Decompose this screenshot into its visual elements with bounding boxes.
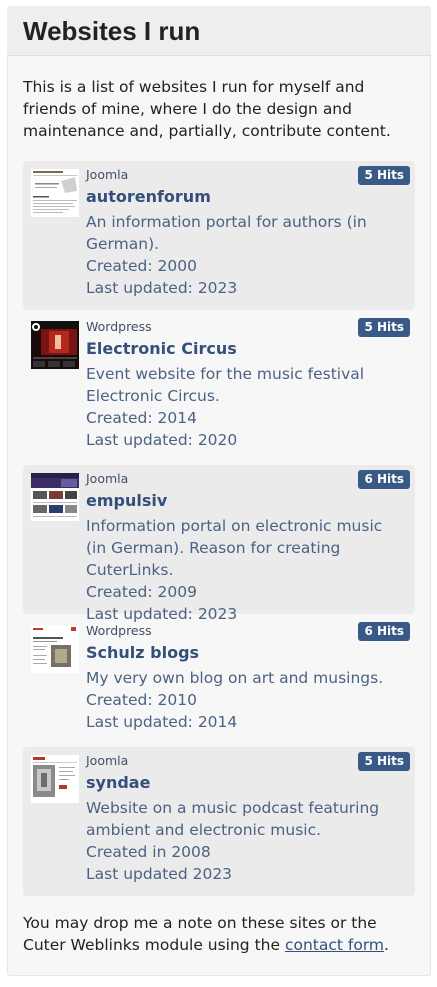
thumbnail-image[interactable] bbox=[31, 473, 79, 521]
updated-text: Last updated: 2014 bbox=[86, 713, 238, 731]
footer-text-after: . bbox=[384, 936, 389, 954]
link-title[interactable]: Schulz blogs bbox=[86, 642, 199, 664]
created-text: Created: 2014 bbox=[86, 409, 197, 427]
link-description: My very own blog on art and musings. Cre… bbox=[86, 667, 404, 733]
description-text: Website on a music podcast featuring amb… bbox=[86, 799, 380, 839]
hits-badge: 6 Hits bbox=[358, 622, 410, 641]
link-category: Wordpress bbox=[86, 319, 152, 334]
link-description: Information portal on electronic music (… bbox=[86, 515, 404, 625]
module-header: Websites I run bbox=[7, 6, 431, 56]
created-text: Created in 2008 bbox=[86, 843, 211, 861]
thumbnail-image[interactable] bbox=[31, 755, 79, 803]
link-category: Wordpress bbox=[86, 623, 152, 638]
thumbnail-image[interactable] bbox=[31, 625, 79, 673]
link-title[interactable]: empulsiv bbox=[86, 490, 167, 512]
link-category: Joomla bbox=[86, 167, 129, 182]
link-item-syndae: Joomla 5 Hits syndae Website on a music … bbox=[23, 747, 415, 896]
thumbnail-image[interactable] bbox=[31, 321, 79, 369]
thumbnail-image[interactable] bbox=[31, 169, 79, 217]
updated-text: Last updated 2023 bbox=[86, 865, 233, 883]
link-description: Event website for the music festival Ele… bbox=[86, 363, 404, 451]
created-text: Created: 2010 bbox=[86, 691, 197, 709]
description-text: Event website for the music festival Ele… bbox=[86, 365, 365, 405]
hits-badge: 5 Hits bbox=[358, 318, 410, 337]
link-item-autorenforum: Joomla 5 Hits autorenforum An informatio… bbox=[23, 161, 415, 310]
link-title[interactable]: Electronic Circus bbox=[86, 338, 237, 360]
description-text: An information portal for authors (in Ge… bbox=[86, 213, 367, 253]
link-title[interactable]: syndae bbox=[86, 772, 150, 794]
link-title[interactable]: autorenforum bbox=[86, 186, 211, 208]
module-title: Websites I run bbox=[23, 16, 201, 46]
link-category: Joomla bbox=[86, 753, 129, 768]
contact-form-link[interactable]: contact form bbox=[285, 936, 384, 954]
link-description: An information portal for authors (in Ge… bbox=[86, 211, 404, 299]
websites-module-card: Websites I run This is a list of website… bbox=[7, 6, 431, 976]
updated-text: Last updated: 2023 bbox=[86, 279, 238, 297]
module-footer: You may drop me a note on these sites or… bbox=[23, 912, 415, 956]
link-item-schulz-blogs: Wordpress 6 Hits Schulz blogs My very ow… bbox=[23, 617, 415, 744]
link-category: Joomla bbox=[86, 471, 129, 486]
description-text: Information portal on electronic music (… bbox=[86, 517, 383, 579]
created-text: Created: 2009 bbox=[86, 583, 197, 601]
hits-badge: 5 Hits bbox=[358, 752, 410, 771]
link-description: Website on a music podcast featuring amb… bbox=[86, 797, 404, 885]
link-item-empulsiv: Joomla 6 Hits empulsiv Information porta… bbox=[23, 465, 415, 623]
updated-text: Last updated: 2020 bbox=[86, 431, 238, 449]
hits-badge: 5 Hits bbox=[358, 166, 410, 185]
created-text: Created: 2000 bbox=[86, 257, 197, 275]
link-item-electronic-circus: Wordpress 5 Hits Electronic Circus Event… bbox=[23, 313, 415, 462]
description-text: My very own blog on art and musings. bbox=[86, 669, 384, 687]
module-intro: This is a list of websites I run for mys… bbox=[23, 78, 391, 140]
hits-badge: 6 Hits bbox=[358, 470, 410, 489]
